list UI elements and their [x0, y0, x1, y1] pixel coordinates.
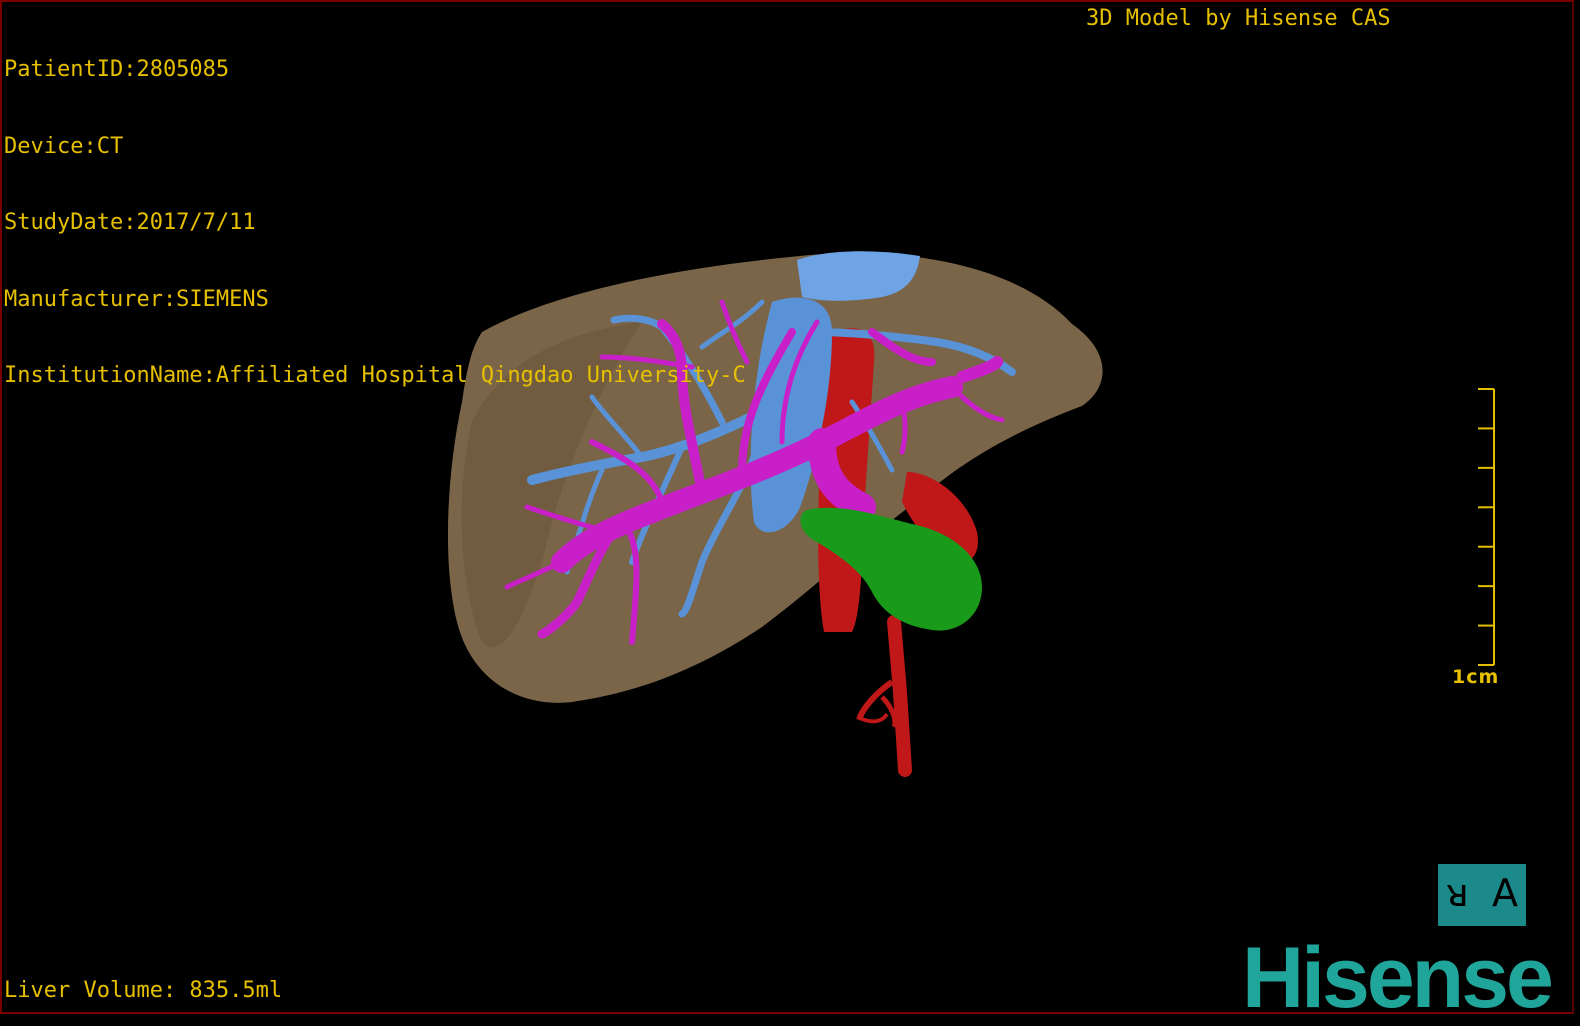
3d-viewport[interactable]: PatientID:2805085 Device:CT StudyDate:20… — [0, 0, 1574, 1021]
patient-id: PatientID:2805085 — [4, 57, 230, 82]
orientation-cube[interactable]: ᴚ A — [1438, 864, 1526, 926]
liver-volume: Liver Volume: 835.5ml — [4, 978, 283, 1003]
hisense-logo: Hisense — [1242, 930, 1554, 1026]
patient-info: PatientID:2805085 Device:CT StudyDate:20… — [4, 6, 746, 440]
orientation-right-glyph: A — [1492, 871, 1518, 915]
study-date: StudyDate:2017/7/11 — [4, 210, 256, 235]
orientation-left-glyph: ᴚ — [1446, 871, 1469, 915]
device: Device:CT — [4, 133, 124, 159]
manufacturer: Manufacturer:SIEMENS — [4, 286, 269, 312]
scale-bar — [1478, 388, 1495, 666]
scale-label: 1cm — [1452, 666, 1500, 688]
model-credit: 3D Model by Hisense CAS — [1086, 6, 1391, 31]
institution-name: InstitutionName:Affiliated Hospital Qing… — [4, 363, 746, 388]
